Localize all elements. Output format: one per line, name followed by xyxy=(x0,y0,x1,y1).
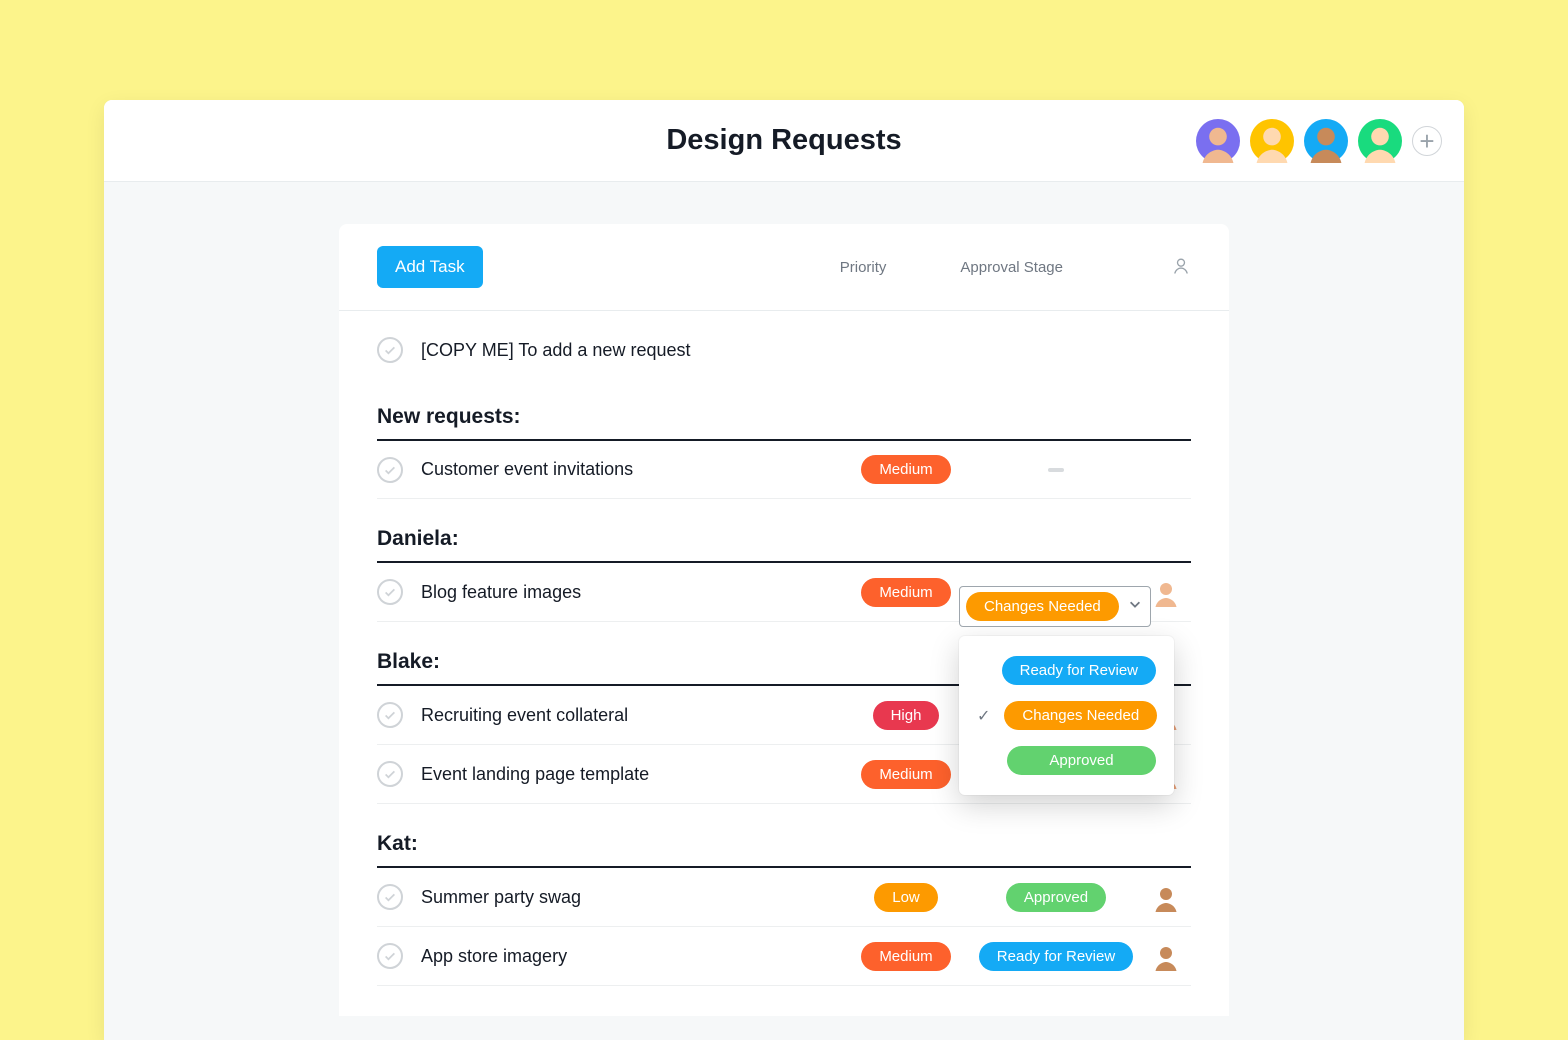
panel-header: Add Task Priority Approval Stage xyxy=(339,224,1229,311)
member-strip: + xyxy=(1196,119,1442,163)
task-panel: Add Task Priority Approval Stage [COPY M… xyxy=(339,224,1229,1016)
col-priority: Priority xyxy=(840,259,887,276)
stage-dropdown-menu: Ready for Review ✓ Changes Needed Approv… xyxy=(959,636,1174,795)
complete-toggle[interactable] xyxy=(377,761,403,787)
add-task-button[interactable]: Add Task xyxy=(377,246,483,288)
section-title: Kat: xyxy=(339,804,1229,866)
stage-pill: Approved xyxy=(1007,746,1156,775)
stage-cell[interactable] xyxy=(971,468,1141,472)
panel-content: [COPY ME] To add a new request New reque… xyxy=(339,311,1229,1016)
task-row[interactable]: Summer party swag Low Approved xyxy=(377,868,1191,927)
check-icon: ✓ xyxy=(977,706,990,726)
assignee-icon xyxy=(1171,256,1191,278)
assignee-avatar[interactable] xyxy=(1151,882,1181,912)
task-name: Blog feature images xyxy=(421,582,841,603)
task-name: [COPY ME] To add a new request xyxy=(421,340,1191,361)
member-avatar[interactable] xyxy=(1358,119,1402,163)
task-row[interactable]: App store imagery Medium Ready for Revie… xyxy=(377,927,1191,986)
stage-pill: Changes Needed xyxy=(966,592,1119,621)
task-name: Customer event invitations xyxy=(421,459,841,480)
priority-pill[interactable]: Medium xyxy=(861,760,950,789)
member-avatar[interactable] xyxy=(1250,119,1294,163)
priority-pill[interactable]: Low xyxy=(874,883,938,912)
task-name: Event landing page template xyxy=(421,764,841,785)
stage-pill[interactable]: Ready for Review xyxy=(979,942,1133,971)
task-name: App store imagery xyxy=(421,946,841,967)
chevron-down-icon xyxy=(1128,597,1142,616)
empty-stage-icon xyxy=(1048,468,1064,472)
section-title: New requests: xyxy=(339,377,1229,439)
priority-pill[interactable]: Medium xyxy=(861,578,950,607)
complete-toggle[interactable] xyxy=(377,702,403,728)
stage-cell[interactable]: Approved xyxy=(971,883,1141,912)
page-title: Design Requests xyxy=(666,124,901,157)
complete-toggle[interactable] xyxy=(377,457,403,483)
complete-toggle[interactable] xyxy=(377,943,403,969)
column-headers: Priority Approval Stage xyxy=(840,256,1191,278)
task-name: Recruiting event collateral xyxy=(421,705,841,726)
complete-toggle[interactable] xyxy=(377,579,403,605)
dropdown-option[interactable]: Approved xyxy=(959,738,1174,783)
priority-pill[interactable]: Medium xyxy=(861,455,950,484)
task-row[interactable]: Customer event invitations Medium xyxy=(377,441,1191,499)
stage-pill: Changes Needed xyxy=(1004,701,1157,730)
stage-pill: Ready for Review xyxy=(1002,656,1156,685)
complete-toggle[interactable] xyxy=(377,884,403,910)
priority-pill[interactable]: High xyxy=(873,701,940,730)
stage-pill[interactable]: Approved xyxy=(1006,883,1106,912)
stage-dropdown-trigger[interactable]: Changes Needed xyxy=(959,586,1151,627)
col-stage: Approval Stage xyxy=(960,259,1063,276)
member-avatar[interactable] xyxy=(1304,119,1348,163)
assignee-avatar[interactable] xyxy=(1151,941,1181,971)
complete-toggle[interactable] xyxy=(377,337,403,363)
titlebar: Design Requests + xyxy=(104,100,1464,182)
task-name: Summer party swag xyxy=(421,887,841,908)
priority-pill[interactable]: Medium xyxy=(861,942,950,971)
member-avatar[interactable] xyxy=(1196,119,1240,163)
stage-cell[interactable]: Ready for Review xyxy=(971,942,1141,971)
dropdown-option[interactable]: ✓ Changes Needed xyxy=(959,693,1174,738)
section-title: Daniela: xyxy=(339,499,1229,561)
add-member-button[interactable]: + xyxy=(1412,126,1442,156)
dropdown-option[interactable]: Ready for Review xyxy=(959,648,1174,693)
task-row[interactable]: [COPY ME] To add a new request xyxy=(339,323,1229,377)
assignee-avatar[interactable] xyxy=(1151,577,1181,607)
app-window: Design Requests + Add Task Priority Appr… xyxy=(104,100,1464,1040)
